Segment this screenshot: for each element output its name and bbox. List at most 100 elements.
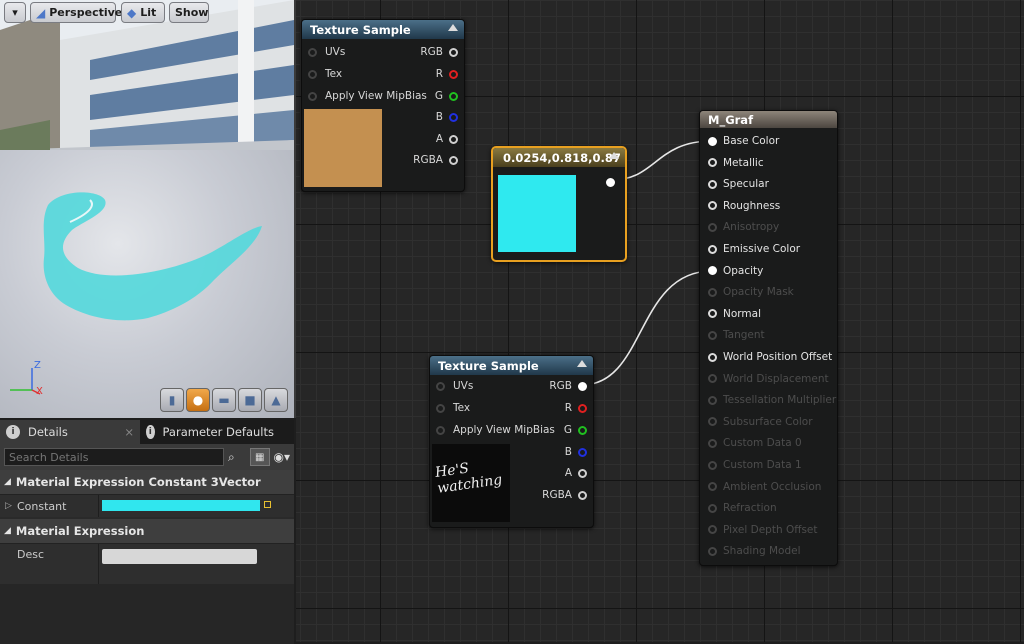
output-pin-icon — [578, 381, 587, 391]
collapse-triangle-icon[interactable] — [609, 152, 619, 159]
material-input-subsurface-color[interactable]: Subsurface Color — [708, 414, 813, 430]
node-title[interactable]: Texture Sample — [302, 20, 464, 39]
output-pin-r[interactable]: R — [436, 66, 458, 82]
material-input-custom-data-0[interactable]: Custom Data 0 — [708, 435, 802, 451]
grid-view-icon[interactable]: ▦ — [249, 448, 270, 466]
input-pin-icon — [708, 330, 717, 340]
material-input-normal[interactable]: Normal — [708, 306, 761, 322]
cube-preview-icon[interactable]: ■ — [238, 388, 262, 412]
texture-sample-node-2[interactable]: Texture Sample UVs Tex Apply View MipBia… — [429, 355, 594, 528]
output-pin-g[interactable]: G — [564, 422, 587, 438]
material-input-opacity-mask[interactable]: Opacity Mask — [708, 284, 794, 300]
node-title[interactable]: 0.0254,0.818,0.87 — [493, 148, 625, 167]
collapse-triangle-icon[interactable] — [577, 360, 587, 367]
plane-preview-icon[interactable]: ▬ — [212, 388, 236, 412]
output-pin-icon — [449, 69, 458, 79]
output-pin-icon — [449, 112, 458, 122]
input-pin-icon — [708, 546, 717, 556]
material-input-tangent[interactable]: Tangent — [708, 327, 765, 343]
input-pin-icon — [708, 352, 717, 362]
details-search-row: ⌕ ▦ ◉▾ — [0, 444, 294, 470]
desc-property-row: Desc — [0, 544, 294, 584]
output-pin-a[interactable]: A — [436, 131, 458, 147]
section-material-expression[interactable]: ◢ Material Expression — [0, 519, 294, 544]
input-pin-icon — [708, 158, 717, 168]
cylinder-preview-icon[interactable]: ▮ — [160, 388, 184, 412]
input-pin-tex[interactable]: Tex — [436, 400, 470, 416]
section-constant-3vector[interactable]: ◢ Material Expression Constant 3Vector — [0, 470, 294, 495]
collapse-triangle-icon[interactable] — [448, 24, 458, 31]
search-details-input[interactable] — [4, 448, 225, 466]
chevron-down-icon: ▾ — [12, 6, 18, 19]
material-input-shading-model[interactable]: Shading Model — [708, 543, 801, 559]
output-pin-rgba[interactable]: RGBA — [542, 487, 587, 503]
input-pin-icon — [708, 503, 717, 513]
input-pin-icon — [708, 417, 717, 427]
output-pin-g[interactable]: G — [435, 88, 458, 104]
material-result-node[interactable]: M_Graf Base Color Metallic Specular Roughne… — [699, 110, 838, 566]
perspective-button[interactable]: ◢ Perspective — [30, 2, 122, 23]
input-pin-icon — [708, 244, 717, 254]
info-icon: i — [146, 425, 155, 439]
show-button[interactable]: Show — [169, 2, 209, 23]
material-input-pixel-depth-offset[interactable]: Pixel Depth Offset — [708, 522, 818, 538]
material-input-world-displacement[interactable]: World Displacement — [708, 371, 829, 387]
output-pin-rgba[interactable]: RGBA — [413, 152, 458, 168]
output-pin-icon — [449, 134, 458, 144]
output-pin-icon[interactable] — [606, 178, 615, 187]
input-pin-tex[interactable]: Tex — [308, 66, 342, 82]
output-pin-icon — [578, 403, 587, 413]
material-graph-canvas[interactable]: Texture Sample UVs Tex Apply View MipBia… — [296, 0, 1024, 642]
output-pin-icon — [578, 490, 587, 500]
constant-color-swatch[interactable] — [102, 500, 260, 511]
material-input-emissive-color[interactable]: Emissive Color — [708, 241, 800, 257]
input-pin-icon — [708, 222, 717, 232]
expand-arrow-icon[interactable]: ▷ — [5, 501, 12, 511]
material-input-custom-data-1[interactable]: Custom Data 1 — [708, 457, 802, 473]
output-pin-rgb[interactable]: RGB — [420, 44, 458, 60]
material-input-refraction[interactable]: Refraction — [708, 500, 777, 516]
node-title[interactable]: Texture Sample — [430, 356, 593, 375]
output-pin-rgb[interactable]: RGB — [549, 378, 587, 394]
reset-to-default-icon[interactable] — [264, 501, 271, 508]
viewport-options-dropdown[interactable]: ▾ — [4, 2, 26, 23]
input-pin-mipbias[interactable]: Apply View MipBias — [436, 422, 555, 438]
output-pin-b[interactable]: B — [565, 444, 587, 460]
lit-button[interactable]: ◆ Lit — [121, 2, 165, 23]
search-icon[interactable]: ⌕ — [228, 450, 240, 465]
teapot-preview-icon[interactable]: ▲ — [264, 388, 288, 412]
material-input-metallic[interactable]: Metallic — [708, 155, 764, 171]
eye-icon[interactable]: ◉▾ — [274, 450, 291, 464]
material-input-world-position-offset[interactable]: World Position Offset — [708, 349, 832, 365]
output-pin-icon — [449, 155, 458, 165]
node-title[interactable]: M_Graf — [700, 111, 837, 128]
material-preview-viewport[interactable]: ▾ ◢ Perspective ◆ Lit Show Z X ▮ ● ▬ ■ ▲ — [0, 0, 296, 418]
texture-preview-graffiti: He'S watching — [432, 444, 510, 522]
material-input-tessellation-multiplier[interactable]: Tessellation Multiplier — [708, 392, 836, 408]
output-pin-b[interactable]: B — [436, 109, 458, 125]
material-input-roughness[interactable]: Roughness — [708, 198, 780, 214]
input-pin-icon — [708, 460, 717, 470]
output-pin-r[interactable]: R — [565, 400, 587, 416]
sphere-preview-icon[interactable]: ● — [186, 388, 210, 412]
material-input-specular[interactable]: Specular — [708, 176, 769, 192]
input-pin-icon — [708, 201, 717, 211]
collapse-arrow-icon: ◢ — [4, 477, 11, 487]
material-input-opacity[interactable]: Opacity — [708, 263, 763, 279]
input-pin-mipbias[interactable]: Apply View MipBias — [308, 88, 427, 104]
material-input-ambient-occlusion[interactable]: Ambient Occlusion — [708, 479, 821, 495]
desc-input[interactable] — [102, 549, 257, 564]
close-icon[interactable]: × — [124, 425, 134, 439]
texture-sample-node-1[interactable]: Texture Sample UVs Tex Apply View MipBia… — [301, 19, 465, 192]
info-icon: i — [6, 425, 20, 439]
tab-details[interactable]: i Details × — [0, 420, 140, 444]
material-input-base-color[interactable]: Base Color — [708, 133, 779, 149]
tab-parameter-defaults[interactable]: i Parameter Defaults — [140, 420, 280, 444]
output-pin-a[interactable]: A — [565, 465, 587, 481]
material-input-anisotropy[interactable]: Anisotropy — [708, 219, 779, 235]
details-panel: i Details × i Parameter Defaults ⌕ ▦ ◉▾ … — [0, 420, 294, 644]
input-pin-uvs[interactable]: UVs — [308, 44, 345, 60]
graffiti-preview — [43, 192, 262, 321]
constant-3vector-node[interactable]: 0.0254,0.818,0.87 — [491, 146, 627, 262]
input-pin-uvs[interactable]: UVs — [436, 378, 473, 394]
